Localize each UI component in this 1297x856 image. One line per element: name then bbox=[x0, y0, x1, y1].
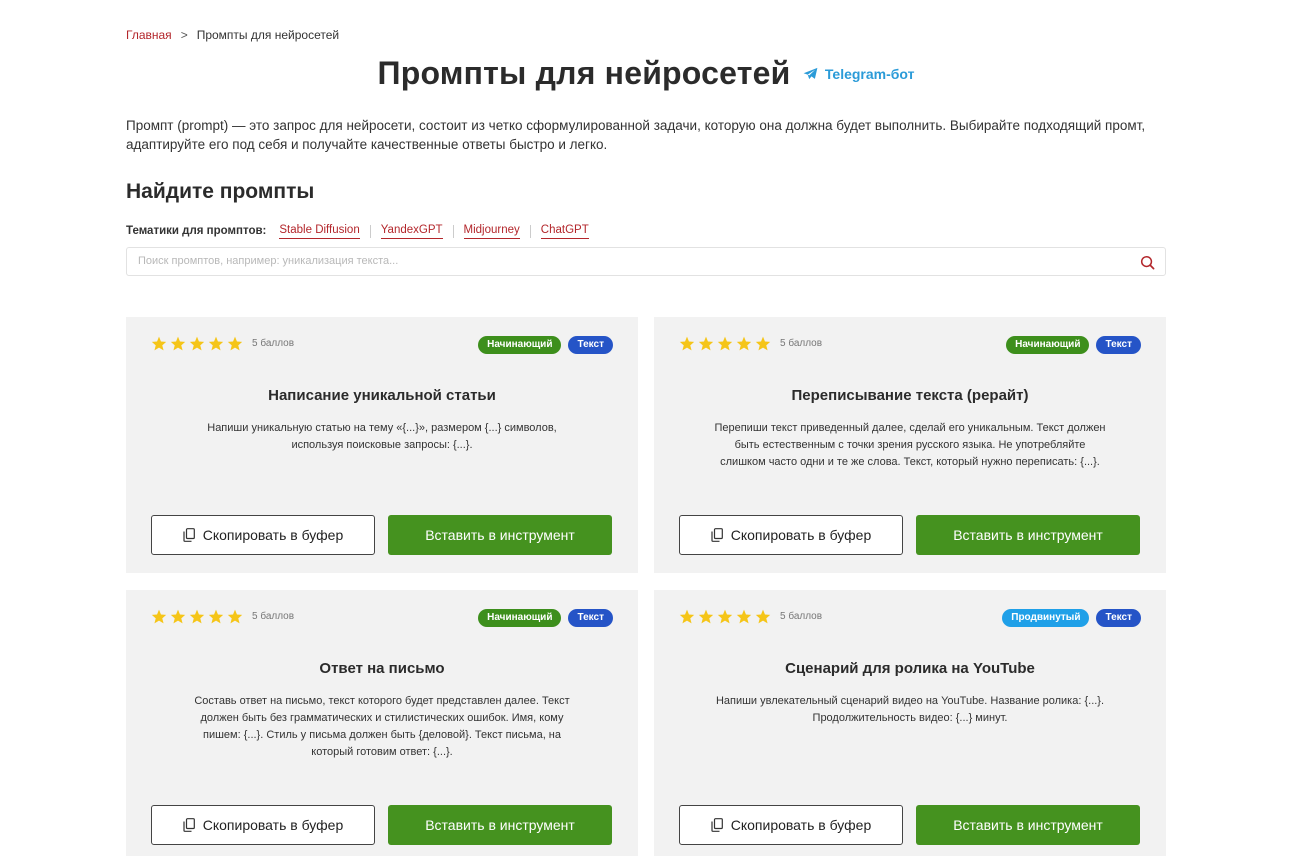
title-row: Промпты для нейросетей Telegram-бот bbox=[126, 55, 1166, 92]
card-badges: Начинающий Текст bbox=[471, 336, 613, 354]
star-icon bbox=[717, 336, 733, 351]
search-box bbox=[126, 247, 1166, 276]
copy-button-label: Скопировать в буфер bbox=[202, 527, 344, 543]
copy-button-label: Скопировать в буфер bbox=[202, 817, 344, 833]
card-title: Сценарий для ролика на YouTube bbox=[785, 660, 1035, 677]
star-icon bbox=[208, 609, 224, 624]
breadcrumb-current: Промпты для нейросетей bbox=[196, 28, 340, 42]
search-input[interactable] bbox=[136, 254, 1130, 268]
level-badge: Начинающий bbox=[1006, 336, 1090, 354]
rating-stars: 5 баллов bbox=[679, 609, 822, 624]
page-title: Промпты для нейросетей bbox=[377, 55, 791, 91]
star-icon bbox=[698, 609, 714, 624]
star-icon bbox=[208, 336, 224, 351]
copy-to-clipboard-button[interactable]: Скопировать в буфер bbox=[679, 805, 903, 845]
rating-score: 5 баллов bbox=[780, 611, 823, 622]
copy-icon bbox=[711, 818, 723, 832]
topic-divider bbox=[452, 224, 454, 238]
copy-icon bbox=[183, 818, 195, 832]
star-icon bbox=[679, 336, 695, 351]
star-icon bbox=[736, 609, 752, 624]
card-description: Составь ответ на письмо, текст которого … bbox=[194, 695, 570, 758]
copy-button-label: Скопировать в буфер bbox=[730, 527, 872, 543]
copy-to-clipboard-button[interactable]: Скопировать в буфер bbox=[151, 805, 375, 845]
card-description: Напиши увлекательный сценарий видео на Y… bbox=[715, 695, 1105, 724]
star-icon bbox=[227, 609, 243, 624]
card-badges: Начинающий Текст bbox=[999, 336, 1141, 354]
find-prompts-heading: Найдите промпты bbox=[126, 180, 315, 203]
star-icon bbox=[170, 336, 186, 351]
card-title: Написание уникальной статьи bbox=[268, 387, 496, 404]
star-icon bbox=[698, 336, 714, 351]
star-icon bbox=[151, 336, 167, 351]
star-icon bbox=[755, 336, 771, 351]
card-badges: Продвинутый Текст bbox=[995, 609, 1141, 627]
card-title: Ответ на письмо bbox=[319, 660, 445, 677]
level-badge: Начинающий bbox=[478, 336, 562, 354]
type-badge: Текст bbox=[1096, 609, 1141, 627]
topic-link-stable-diffusion[interactable]: Stable Diffusion bbox=[279, 223, 360, 239]
star-icon bbox=[736, 336, 752, 351]
topic-link-midjourney[interactable]: Midjourney bbox=[463, 223, 520, 239]
type-badge: Текст bbox=[1096, 336, 1141, 354]
copy-icon bbox=[183, 528, 195, 542]
star-icon bbox=[189, 609, 205, 624]
breadcrumb-separator: > bbox=[180, 28, 188, 42]
level-badge: Продвинутый bbox=[1002, 609, 1090, 627]
insert-into-tool-button[interactable]: Вставить в инструмент bbox=[388, 805, 612, 845]
insert-into-tool-button[interactable]: Вставить в инструмент bbox=[916, 515, 1140, 555]
star-icon bbox=[227, 336, 243, 351]
search-icon[interactable] bbox=[1140, 255, 1155, 275]
card-badges: Начинающий Текст bbox=[471, 609, 613, 627]
star-icon bbox=[170, 609, 186, 624]
telegram-icon bbox=[803, 67, 818, 80]
topics-row: Тематики для промптов: Stable Diffusion … bbox=[126, 223, 594, 239]
prompt-card: 5 баллов Начинающий Текст Ответ на письм… bbox=[126, 590, 638, 856]
breadcrumb-home-link[interactable]: Главная bbox=[126, 28, 172, 42]
intro-text: Промпт (prompt) — это запрос для нейросе… bbox=[126, 118, 1146, 152]
copy-icon bbox=[711, 528, 723, 542]
insert-into-tool-button[interactable]: Вставить в инструмент bbox=[916, 805, 1140, 845]
topics-label: Тематики для промптов: bbox=[126, 225, 267, 237]
topic-link-yandexgpt[interactable]: YandexGPT bbox=[380, 223, 443, 239]
copy-to-clipboard-button[interactable]: Скопировать в буфер bbox=[679, 515, 903, 555]
card-description: Напиши уникальную статью на тему «{...}»… bbox=[207, 422, 557, 451]
star-icon bbox=[755, 609, 771, 624]
prompt-card: 5 баллов Начинающий Текст Написание уник… bbox=[126, 317, 638, 573]
copy-to-clipboard-button[interactable]: Скопировать в буфер bbox=[151, 515, 375, 555]
rating-stars: 5 баллов bbox=[679, 336, 822, 351]
star-icon bbox=[151, 609, 167, 624]
rating-stars: 5 баллов bbox=[151, 336, 294, 351]
insert-into-tool-button[interactable]: Вставить в инструмент bbox=[388, 515, 612, 555]
rating-stars: 5 баллов bbox=[151, 609, 294, 624]
star-icon bbox=[717, 609, 733, 624]
topic-divider bbox=[369, 224, 371, 238]
rating-score: 5 баллов bbox=[252, 338, 295, 349]
prompt-card: 5 баллов Продвинутый Текст Сценарий для … bbox=[654, 590, 1166, 856]
breadcrumb: Главная > Промпты для нейросетей bbox=[126, 28, 339, 42]
topic-divider bbox=[529, 224, 531, 238]
telegram-bot-link[interactable]: Telegram-бот bbox=[803, 65, 915, 82]
type-badge: Текст bbox=[568, 336, 613, 354]
telegram-bot-label: Telegram-бот bbox=[824, 65, 915, 82]
type-badge: Текст bbox=[568, 609, 613, 627]
rating-score: 5 баллов bbox=[780, 338, 823, 349]
level-badge: Начинающий bbox=[478, 609, 562, 627]
topic-link-chatgpt[interactable]: ChatGPT bbox=[540, 223, 589, 239]
star-icon bbox=[679, 609, 695, 624]
rating-score: 5 баллов bbox=[252, 611, 295, 622]
card-title: Переписывание текста (рерайт) bbox=[791, 387, 1029, 404]
star-icon bbox=[189, 336, 205, 351]
copy-button-label: Скопировать в буфер bbox=[730, 817, 872, 833]
prompt-card: 5 баллов Начинающий Текст Переписывание … bbox=[654, 317, 1166, 573]
card-description: Перепиши текст приведенный далее, сделай… bbox=[714, 422, 1106, 468]
